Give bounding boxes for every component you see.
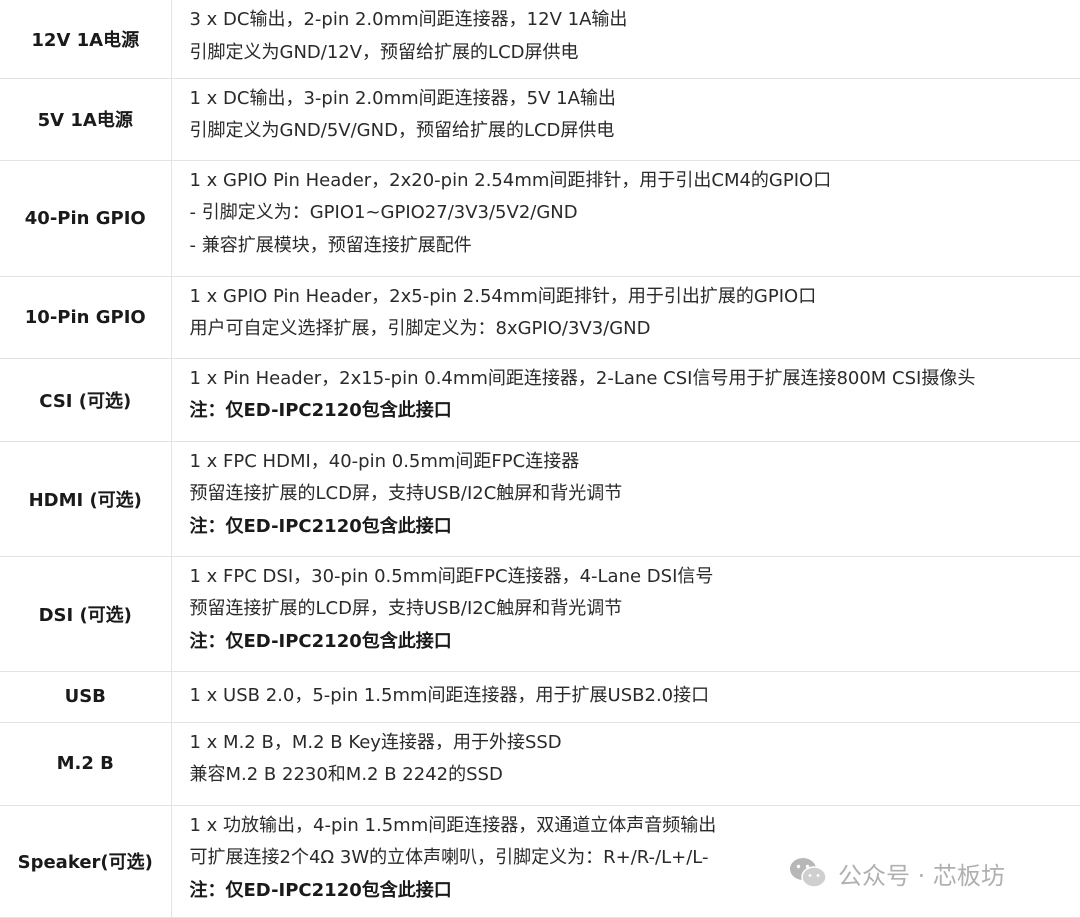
table-row: 12V 1A电源 3 x DC输出，2-pin 2.0mm间距连接器，12V 1…: [0, 0, 1080, 78]
value-line: 1 x USB 2.0，5-pin 1.5mm间距连接器，用于扩展USB2.0接…: [190, 680, 1080, 713]
note-text: 注：仅ED-IPC2120包含此接口: [190, 395, 1080, 428]
watermark-text: 公众号 · 芯板坊: [838, 856, 1005, 891]
value-line: 预留连接扩展的LCD屏，支持USB/I2C触屏和背光调节: [190, 478, 1080, 511]
value-line: - 引脚定义为：GPIO1~GPIO27/3V3/5V2/GND: [190, 197, 1080, 230]
row-key: USB: [0, 671, 171, 722]
row-value: 1 x FPC HDMI，40-pin 0.5mm间距FPC连接器 预留连接扩展…: [171, 441, 1080, 556]
row-key: 40-Pin GPIO: [0, 160, 171, 276]
table-row: 10-Pin GPIO 1 x GPIO Pin Header，2x5-pin …: [0, 276, 1080, 358]
table-row: HDMI (可选) 1 x FPC HDMI，40-pin 0.5mm间距FPC…: [0, 441, 1080, 556]
table-row: DSI (可选) 1 x FPC DSI，30-pin 0.5mm间距FPC连接…: [0, 556, 1080, 671]
value-line: 1 x FPC HDMI，40-pin 0.5mm间距FPC连接器: [190, 446, 1080, 479]
value-line: 用户可自定义选择扩展，引脚定义为：8xGPIO/3V3/GND: [190, 313, 1080, 346]
value-line: 引脚定义为GND/5V/GND，预留给扩展的LCD屏供电: [190, 115, 1080, 148]
row-key: 12V 1A电源: [0, 0, 171, 78]
value-line: - 兼容扩展模块，预留连接扩展配件: [190, 230, 1080, 263]
spec-table: 12V 1A电源 3 x DC输出，2-pin 2.0mm间距连接器，12V 1…: [0, 0, 1080, 918]
note-text: 注：仅ED-IPC2120包含此接口: [190, 626, 1080, 659]
value-line: 兼容M.2 B 2230和M.2 B 2242的SSD: [190, 759, 1080, 792]
value-line: 引脚定义为GND/12V，预留给扩展的LCD屏供电: [190, 37, 1080, 70]
row-key: HDMI (可选): [0, 441, 171, 556]
watermark: 公众号 · 芯板坊: [788, 853, 1005, 893]
row-key: 5V 1A电源: [0, 78, 171, 160]
note-text: 注：仅ED-IPC2120包含此接口: [190, 511, 1080, 544]
row-value: 1 x M.2 B，M.2 B Key连接器，用于外接SSD 兼容M.2 B 2…: [171, 722, 1080, 805]
row-value: 1 x DC输出，3-pin 2.0mm间距连接器，5V 1A输出 引脚定义为G…: [171, 78, 1080, 160]
value-line: 1 x Pin Header，2x15-pin 0.4mm间距连接器，2-Lan…: [190, 363, 1080, 396]
value-line: 1 x GPIO Pin Header，2x20-pin 2.54mm间距排针，…: [190, 165, 1080, 198]
table-row: 40-Pin GPIO 1 x GPIO Pin Header，2x20-pin…: [0, 160, 1080, 276]
value-line: 1 x M.2 B，M.2 B Key连接器，用于外接SSD: [190, 727, 1080, 760]
row-key: Speaker(可选): [0, 805, 171, 917]
table-row: 5V 1A电源 1 x DC输出，3-pin 2.0mm间距连接器，5V 1A输…: [0, 78, 1080, 160]
table-row: M.2 B 1 x M.2 B，M.2 B Key连接器，用于外接SSD 兼容M…: [0, 722, 1080, 805]
row-value: 1 x GPIO Pin Header，2x20-pin 2.54mm间距排针，…: [171, 160, 1080, 276]
value-line: 3 x DC输出，2-pin 2.0mm间距连接器，12V 1A输出: [190, 4, 1080, 37]
value-line: 1 x FPC DSI，30-pin 0.5mm间距FPC连接器，4-Lane …: [190, 561, 1080, 594]
row-key: 10-Pin GPIO: [0, 276, 171, 358]
table-row: CSI (可选) 1 x Pin Header，2x15-pin 0.4mm间距…: [0, 358, 1080, 441]
value-line: 1 x GPIO Pin Header，2x5-pin 2.54mm间距排针，用…: [190, 281, 1080, 314]
wechat-icon: [788, 856, 828, 890]
value-line: 预留连接扩展的LCD屏，支持USB/I2C触屏和背光调节: [190, 593, 1080, 626]
value-line: 1 x DC输出，3-pin 2.0mm间距连接器，5V 1A输出: [190, 83, 1080, 116]
value-line: 1 x 功放输出，4-pin 1.5mm间距连接器，双通道立体声音频输出: [190, 810, 1080, 843]
row-key: M.2 B: [0, 722, 171, 805]
row-value: 1 x FPC DSI，30-pin 0.5mm间距FPC连接器，4-Lane …: [171, 556, 1080, 671]
row-value: 1 x Pin Header，2x15-pin 0.4mm间距连接器，2-Lan…: [171, 358, 1080, 441]
row-value: 1 x USB 2.0，5-pin 1.5mm间距连接器，用于扩展USB2.0接…: [171, 671, 1080, 722]
row-value: 3 x DC输出，2-pin 2.0mm间距连接器，12V 1A输出 引脚定义为…: [171, 0, 1080, 78]
row-key: DSI (可选): [0, 556, 171, 671]
row-value: 1 x GPIO Pin Header，2x5-pin 2.54mm间距排针，用…: [171, 276, 1080, 358]
row-key: CSI (可选): [0, 358, 171, 441]
table-row: USB 1 x USB 2.0，5-pin 1.5mm间距连接器，用于扩展USB…: [0, 671, 1080, 722]
